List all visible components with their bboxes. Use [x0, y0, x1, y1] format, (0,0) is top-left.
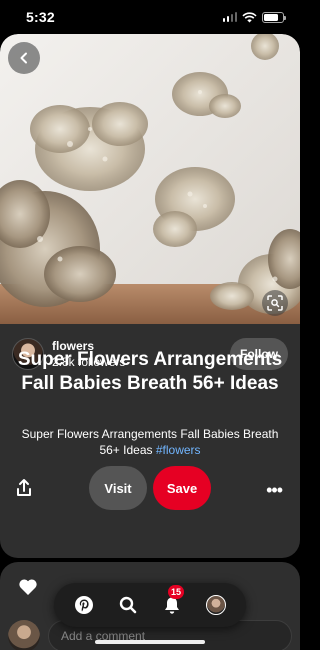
home-indicator	[95, 640, 205, 644]
nav-home[interactable]	[70, 591, 98, 619]
status-bar: 5:32	[0, 0, 300, 34]
nav-notifications[interactable]: 15	[158, 585, 186, 619]
chevron-left-icon	[20, 52, 27, 64]
action-row: Visit Save •••	[0, 466, 300, 510]
status-time: 5:32	[26, 9, 55, 25]
pin-description-text: Super Flowers Arrangements Fall Babies B…	[21, 427, 279, 457]
pin-photo	[0, 34, 300, 324]
profile-avatar	[206, 595, 226, 615]
nav-search[interactable]	[114, 591, 142, 619]
battery-icon	[262, 11, 286, 23]
pin-image[interactable]	[0, 34, 300, 324]
comment-avatar	[8, 620, 40, 650]
visual-search-button[interactable]	[262, 290, 288, 316]
save-button[interactable]: Save	[153, 466, 211, 510]
nav-profile[interactable]	[202, 591, 230, 619]
cellular-signal-icon	[222, 12, 237, 22]
bottom-nav: 15	[54, 583, 246, 627]
share-icon[interactable]	[14, 478, 34, 498]
notification-badge: 15	[168, 585, 185, 599]
heart-icon[interactable]	[18, 578, 38, 596]
hashtag-link[interactable]: #flowers	[156, 443, 201, 457]
visit-button[interactable]: Visit	[89, 466, 147, 510]
status-icons	[222, 11, 286, 23]
wifi-icon	[242, 11, 257, 22]
pin-title: Super Flowers Arrangements Fall Babies B…	[17, 349, 283, 394]
pinterest-logo-icon	[75, 596, 93, 614]
lens-icon	[267, 295, 283, 311]
more-options-icon[interactable]: •••	[266, 480, 283, 501]
search-icon	[119, 596, 137, 614]
back-button[interactable]	[8, 42, 40, 74]
pin-description: Super Flowers Arrangements Fall Babies B…	[0, 426, 300, 458]
